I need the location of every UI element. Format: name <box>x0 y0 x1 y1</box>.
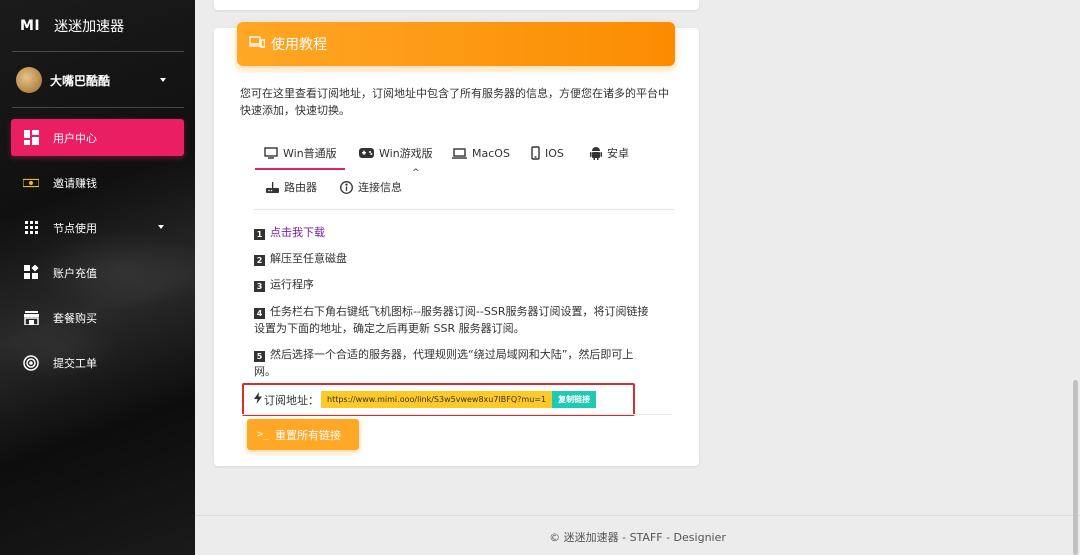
footer-divider <box>195 515 1080 516</box>
sidebar-item-shop[interactable]: 套餐购买 <box>11 299 184 336</box>
brand-logo: MI <box>20 18 41 34</box>
grid-icon <box>23 220 39 236</box>
store-icon <box>23 310 39 326</box>
tab-label: Win普通版 <box>283 147 337 160</box>
sidebar-item-label: 邀请赚钱 <box>53 176 97 190</box>
dashboard-icon <box>23 130 39 146</box>
android-icon <box>590 146 602 160</box>
avatar <box>16 67 42 93</box>
tab-router[interactable]: 路由器 <box>266 174 317 200</box>
previous-card <box>214 0 699 10</box>
sidebar-item-label: 套餐购买 <box>53 311 97 325</box>
platform-tabs: Win普通版 Win游戏版 MacOS IOS 安卓 路由器 连接信息 ^ <box>254 140 674 210</box>
info-icon <box>340 180 353 194</box>
tab-ios[interactable]: IOS <box>531 140 564 166</box>
tab-label: 连接信息 <box>358 181 402 194</box>
list-item: 1 点击我下载 <box>254 224 654 241</box>
sidebar-item-label: 账户充值 <box>53 266 97 280</box>
subscription-url[interactable]: https://www.mimi.ooo/link/S3w5vwew8xu7IB… <box>321 391 553 408</box>
widgets-icon <box>23 265 39 281</box>
sidebar-item-user-center[interactable]: 用户中心 <box>11 119 184 156</box>
sidebar-item-label: 用户中心 <box>53 131 97 145</box>
money-icon <box>23 175 39 191</box>
footer: © 迷迷加速器 - STAFF - Designier <box>549 531 726 544</box>
target-icon <box>23 354 39 371</box>
tab-label: MacOS <box>472 146 510 160</box>
step-number: 5 <box>254 351 265 362</box>
sidebar-item-label: 节点使用 <box>53 221 97 235</box>
list-item: 4 任务栏右下角右键纸飞机图标--服务器订阅--SSR服务器订阅设置，将订阅链接设… <box>254 303 654 337</box>
tab-win-game[interactable]: Win游戏版 <box>359 140 433 166</box>
tab-caret: ^ <box>412 168 420 178</box>
subscription-label: 订阅地址： <box>264 393 319 407</box>
tab-android[interactable]: 安卓 <box>590 140 629 166</box>
laptop-icon <box>452 147 467 159</box>
tab-label: 路由器 <box>284 181 317 194</box>
step-number: 3 <box>254 281 265 292</box>
list-item: 2 解压至任意磁盘 <box>254 250 654 267</box>
sidebar-nav: 用户中心 邀请赚钱 节点使用 账户充值 套餐购买 提交工单 <box>11 119 184 389</box>
step-text: 运行程序 <box>270 278 314 291</box>
tab-label: Win游戏版 <box>379 147 433 160</box>
download-link[interactable]: 点击我下载 <box>270 226 325 239</box>
step-text: 任务栏右下角右键纸飞机图标--服务器订阅--SSR服务器订阅设置，将订阅链接设置… <box>254 305 649 335</box>
devices-icon <box>249 36 266 52</box>
terminal-icon: >_ <box>257 429 270 440</box>
sidebar-item-label: 提交工单 <box>53 356 97 370</box>
router-icon <box>266 181 279 193</box>
reset-label: 重置所有链接 <box>275 428 342 442</box>
step-text: 然后选择一个合适的服务器，代理规则选“绕过局域网和大陆”，然后即可上网。 <box>254 348 634 378</box>
divider <box>12 107 184 108</box>
sidebar-item-recharge[interactable]: 账户充值 <box>11 254 184 291</box>
tab-macos[interactable]: MacOS <box>452 140 510 166</box>
reset-links-button[interactable]: >_ 重置所有链接 <box>247 419 359 450</box>
list-item: 3 运行程序 <box>254 276 654 293</box>
tab-label: IOS <box>545 146 564 160</box>
brand[interactable]: MI 迷迷加速器 <box>20 16 124 36</box>
tab-label: 安卓 <box>607 147 629 160</box>
tab-win-normal[interactable]: Win普通版 <box>255 140 345 170</box>
step-number: 1 <box>254 229 265 240</box>
step-number: 2 <box>254 255 265 266</box>
list-item: 5 然后选择一个合适的服务器，代理规则选“绕过局域网和大陆”，然后即可上网。 <box>254 346 654 380</box>
copy-link-button[interactable]: 复制链接 <box>552 391 597 408</box>
card-header: 使用教程 <box>237 22 675 66</box>
monitor-icon <box>264 147 278 159</box>
phone-icon <box>531 146 540 160</box>
user-name: 大嘴巴酷酷 <box>50 73 111 88</box>
scrollbar[interactable] <box>1073 380 1078 555</box>
chevron-down-icon <box>160 78 166 82</box>
user-menu[interactable]: 大嘴巴酷酷 <box>16 66 166 94</box>
divider <box>12 51 184 52</box>
chevron-down-icon <box>158 225 164 229</box>
brand-name: 迷迷加速器 <box>54 19 125 35</box>
sidebar-item-ticket[interactable]: 提交工单 <box>11 344 184 381</box>
bolt-icon <box>254 392 262 407</box>
sidebar: MI 迷迷加速器 大嘴巴酷酷 用户中心 邀请赚钱 节点使用 账户充值 套餐购买 … <box>0 0 195 555</box>
card-description: 您可在这里查看订阅地址，订阅地址中包含了所有服务器的信息，方便您在诸多的平台中快… <box>240 87 669 117</box>
card-title: 使用教程 <box>271 37 327 53</box>
subscription-row: 订阅地址： https://www.mimi.ooo/link/S3w5vwew… <box>242 383 635 416</box>
divider <box>241 414 672 415</box>
tutorial-card: 使用教程 您可在这里查看订阅地址，订阅地址中包含了所有服务器的信息，方便您在诸多… <box>214 22 699 466</box>
step-text: 解压至任意磁盘 <box>270 252 347 265</box>
sidebar-item-nodes[interactable]: 节点使用 <box>11 209 184 246</box>
gamepad-icon <box>359 148 374 158</box>
sidebar-item-invite[interactable]: 邀请赚钱 <box>11 164 184 201</box>
tab-connection-info[interactable]: 连接信息 <box>340 174 402 200</box>
step-number: 4 <box>254 308 265 319</box>
